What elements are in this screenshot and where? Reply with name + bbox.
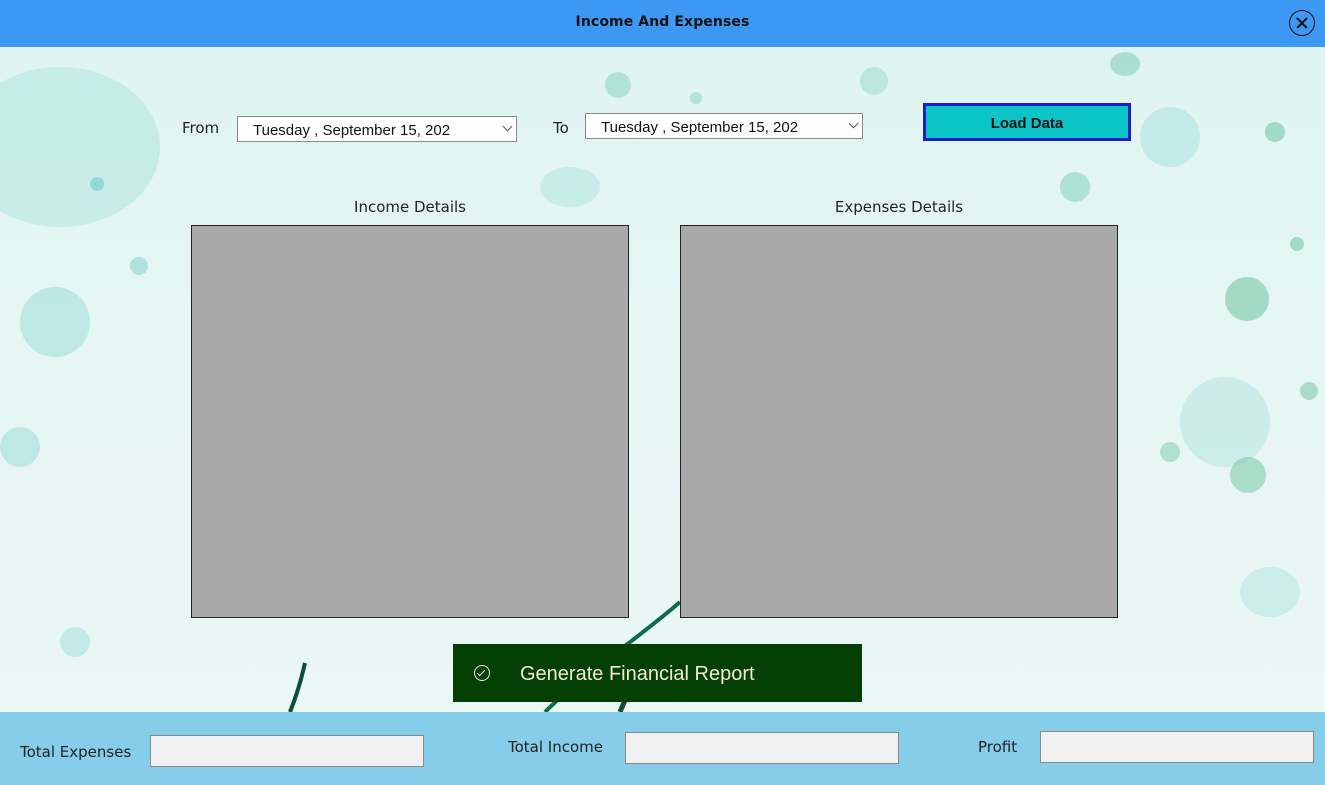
expenses-details-grid[interactable] xyxy=(680,225,1118,618)
income-details-title: Income Details xyxy=(354,198,466,216)
to-date-picker[interactable]: Tuesday , September 15, 202 xyxy=(585,113,863,139)
chevron-down-icon xyxy=(848,118,859,129)
total-income-field[interactable] xyxy=(625,732,899,764)
generate-report-label: Generate Financial Report xyxy=(520,663,755,685)
total-expenses-label: Total Expenses xyxy=(20,743,132,761)
check-circle-icon xyxy=(474,665,490,681)
generate-report-button[interactable]: Generate Financial Report xyxy=(453,644,862,702)
to-label: To xyxy=(553,119,569,137)
from-date-value: Tuesday , September 15, 202 xyxy=(253,122,451,139)
expenses-details-title: Expenses Details xyxy=(834,198,964,216)
chevron-down-icon xyxy=(502,121,513,132)
profit-label: Profit xyxy=(978,738,1018,756)
to-date-value: Tuesday , September 15, 202 xyxy=(601,119,799,136)
profit-field[interactable] xyxy=(1040,731,1314,763)
total-income-label: Total Income xyxy=(508,738,603,756)
footer-bar: Total Expenses Total Income Profit xyxy=(0,712,1325,785)
from-label: From xyxy=(182,119,220,137)
window-title: Income And Expenses xyxy=(575,14,750,30)
income-details-grid[interactable] xyxy=(191,225,629,618)
total-expenses-field[interactable] xyxy=(150,735,424,767)
title-bar: Income And Expenses xyxy=(0,0,1325,47)
from-date-picker[interactable]: Tuesday , September 15, 202 xyxy=(237,116,517,142)
close-icon[interactable] xyxy=(1289,10,1315,36)
load-data-button[interactable]: Load Data xyxy=(923,103,1131,141)
